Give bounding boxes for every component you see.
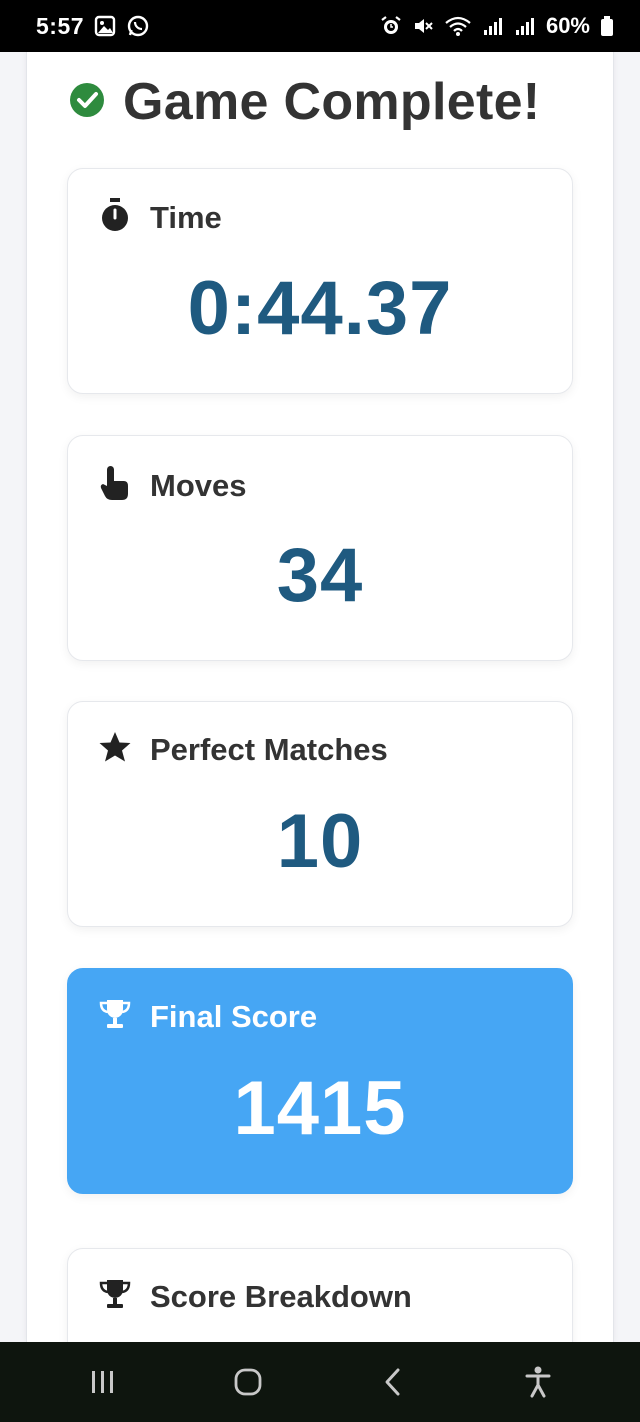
results-panel: Game Complete! Time 0:44.37 Moves 34 Per… [26, 52, 614, 1342]
signal-icon-2 [514, 15, 536, 37]
status-right: 60% [380, 13, 614, 39]
perfect-card-header: Perfect Matches [98, 730, 388, 769]
moves-label: Moves [150, 467, 247, 503]
moves-card: Moves 34 [67, 435, 573, 661]
home-button[interactable] [208, 1352, 288, 1412]
moves-card-header: Moves [98, 464, 246, 507]
status-left: 5:57 [36, 13, 150, 40]
status-time: 5:57 [36, 12, 85, 39]
status-bar: 5:57 60% [0, 0, 640, 52]
check-circle-icon [69, 82, 105, 123]
pointer-hand-icon [98, 464, 132, 507]
perfect-value: 10 [276, 799, 364, 884]
perfect-matches-card: Perfect Matches 10 [67, 701, 573, 927]
home-icon [234, 1368, 261, 1396]
recent-apps-icon [91, 1371, 113, 1393]
breakdown-card-header: Score Breakdown [98, 1277, 412, 1316]
breakdown-label: Score Breakdown [150, 1278, 412, 1314]
final-value: 1415 [233, 1066, 407, 1151]
time-label: Time [150, 199, 222, 235]
battery-percent: 60% [545, 13, 590, 38]
accessibility-icon [525, 1366, 550, 1398]
gallery-icon [94, 15, 116, 37]
moves-value: 34 [276, 533, 364, 618]
final-label: Final Score [150, 998, 318, 1034]
perfect-label: Perfect Matches [150, 731, 388, 767]
time-card-header: Time [98, 197, 222, 238]
time-value: 0:44.37 [187, 266, 453, 351]
battery-icon [600, 15, 614, 37]
alarm-icon [380, 15, 402, 37]
score-breakdown-card: Score Breakdown [67, 1248, 573, 1342]
accessibility-button[interactable] [498, 1352, 578, 1412]
stopwatch-icon [98, 197, 132, 238]
trophy-icon [98, 997, 132, 1036]
title-row: Game Complete! [69, 62, 540, 142]
recent-apps-button[interactable] [63, 1352, 143, 1412]
final-card-header: Final Score [98, 997, 317, 1036]
signal-icon [482, 15, 504, 37]
time-card: Time 0:44.37 [67, 168, 573, 394]
star-icon [98, 730, 132, 769]
back-button[interactable] [353, 1352, 433, 1412]
trophy-icon [98, 1277, 132, 1316]
back-icon [385, 1368, 399, 1396]
whatsapp-icon [126, 14, 150, 38]
mute-icon [412, 15, 434, 37]
final-score-card: Final Score 1415 [67, 968, 573, 1194]
navigation-bar [0, 1342, 640, 1422]
page-title: Game Complete! [123, 73, 541, 131]
wifi-icon [444, 15, 472, 37]
